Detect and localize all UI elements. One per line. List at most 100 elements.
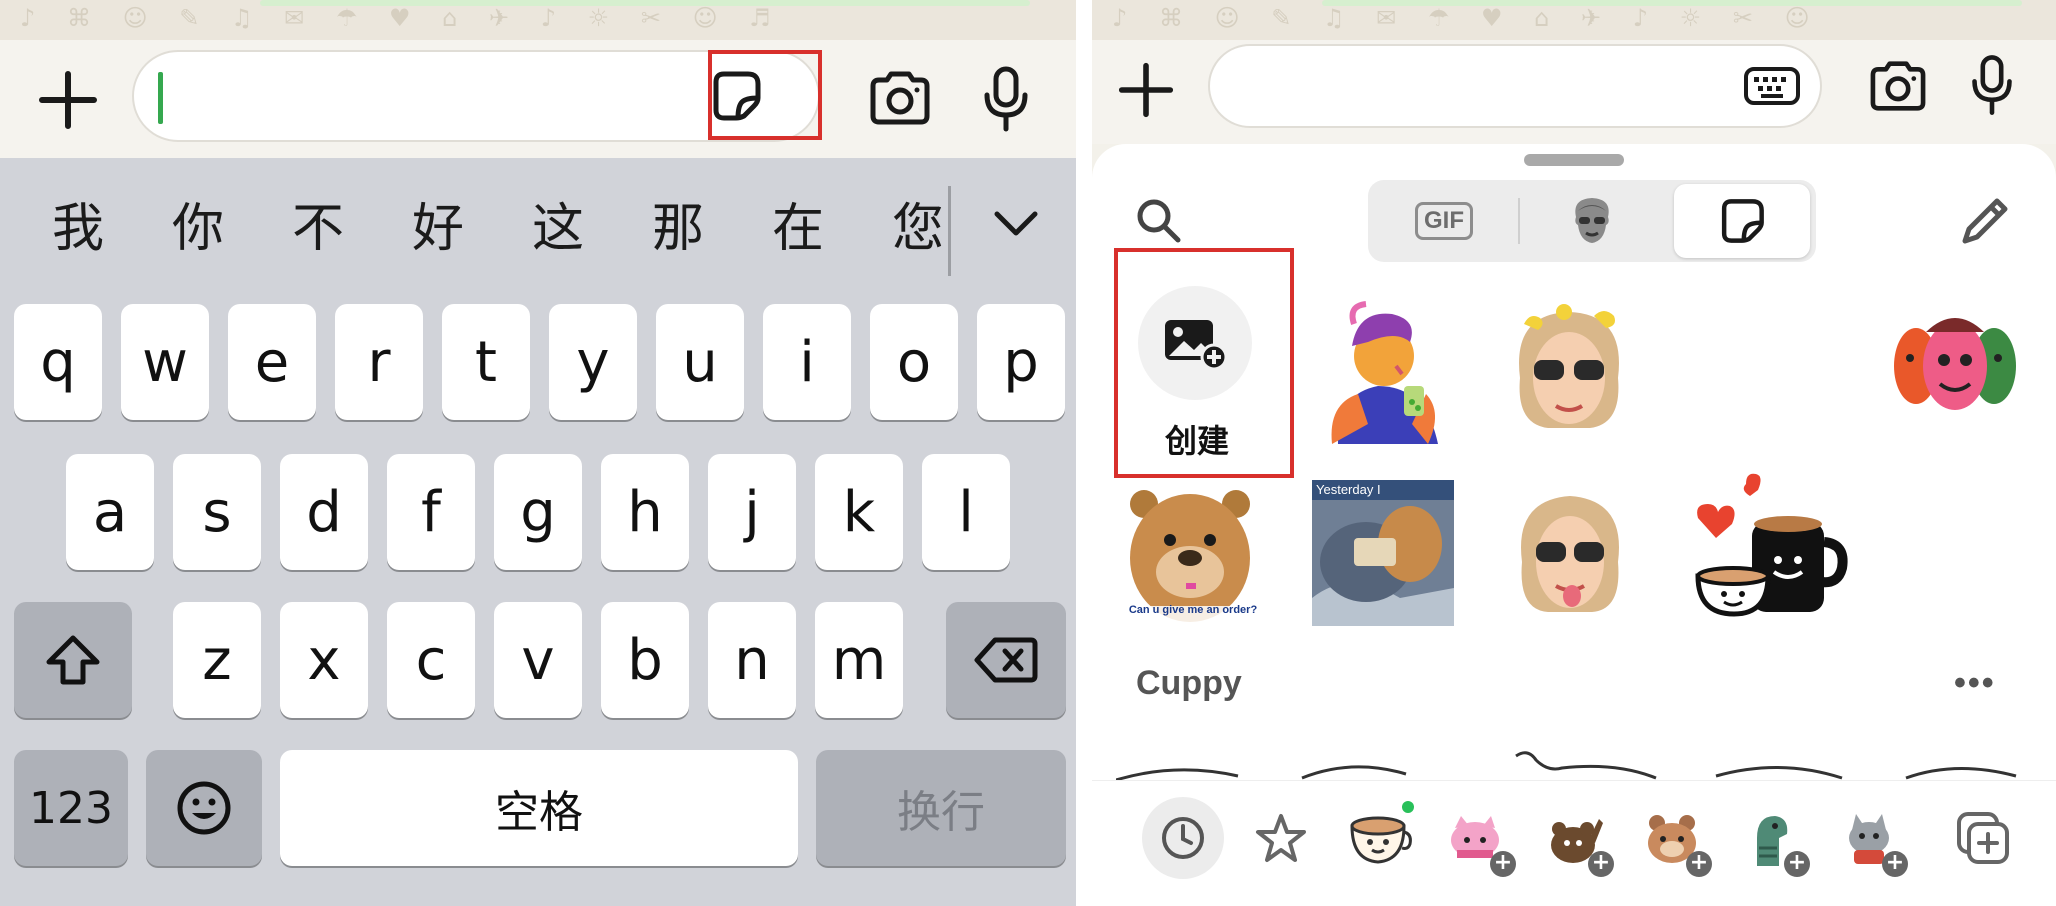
voice-message-button[interactable]: [970, 60, 1042, 140]
key-p[interactable]: p: [977, 304, 1065, 420]
return-key[interactable]: 换行: [816, 750, 1066, 866]
tray-pack-cuppy[interactable]: [1338, 797, 1420, 879]
key-o[interactable]: o: [870, 304, 958, 420]
key-g[interactable]: g: [494, 454, 582, 570]
key-m[interactable]: m: [815, 602, 903, 718]
key-h[interactable]: h: [601, 454, 689, 570]
key-q[interactable]: q: [14, 304, 102, 420]
key-y[interactable]: y: [549, 304, 637, 420]
camera-icon: [870, 71, 930, 125]
sticker-coffee-hearts[interactable]: [1684, 464, 1854, 634]
tab-gif[interactable]: GIF: [1374, 184, 1514, 258]
keyboard: 我 你 不 好 这 那 在 您 q w e r t y u i o p a s …: [0, 158, 1076, 906]
pencil-icon: [1962, 198, 2008, 244]
tab-avatar[interactable]: [1524, 184, 1660, 258]
key-w[interactable]: w: [121, 304, 209, 420]
sticker-cat-note[interactable]: Yesterday I: [1310, 478, 1456, 628]
sticker-woman-drinking[interactable]: [1308, 294, 1458, 444]
attach-button[interactable]: [32, 64, 104, 136]
key-i[interactable]: i: [763, 304, 851, 420]
coffee-hearts-sticker: [1695, 473, 1848, 617]
attach-button[interactable]: [1110, 54, 1182, 126]
candidate-word[interactable]: 在: [738, 186, 858, 261]
camera-button[interactable]: [1862, 50, 1934, 122]
key-t[interactable]: t: [442, 304, 530, 420]
tray-pack-6[interactable]: +: [1828, 797, 1910, 879]
sheet-grabber[interactable]: [1524, 154, 1624, 166]
key-j[interactable]: j: [708, 454, 796, 570]
key-e[interactable]: e: [228, 304, 316, 420]
avatar-tongue-sticker: [1521, 496, 1619, 612]
create-sticker-highlight: [1114, 248, 1294, 478]
candidate-word[interactable]: 我: [18, 186, 138, 261]
key-k[interactable]: k: [815, 454, 903, 570]
keyboard-toggle-button[interactable]: [1740, 56, 1804, 116]
candidate-word[interactable]: 您: [858, 186, 978, 261]
tray-pack-2[interactable]: +: [1436, 797, 1518, 879]
sticker-picker-sheet: GIF 创建 Can u give me an order? Yesterday…: [1092, 144, 2056, 906]
key-z[interactable]: z: [173, 602, 261, 718]
key-c[interactable]: c: [387, 602, 475, 718]
bear-sticker-caption: Can u give me an order?: [1128, 604, 1258, 616]
key-l[interactable]: l: [922, 454, 1010, 570]
key-v[interactable]: v: [494, 602, 582, 718]
message-input-bar: [0, 40, 1076, 158]
tray-pack-5[interactable]: +: [1730, 797, 1812, 879]
key-r[interactable]: r: [335, 304, 423, 420]
emoji-icon: [177, 781, 231, 835]
gif-tab-label: GIF: [1415, 202, 1473, 240]
text-cursor: [158, 72, 163, 124]
three-faces-sticker: [1894, 318, 2016, 410]
backspace-icon: [974, 637, 1038, 683]
numbers-key[interactable]: 123: [14, 750, 128, 866]
key-f[interactable]: f: [387, 454, 475, 570]
sticker-avatar-tongue[interactable]: [1500, 478, 1640, 628]
sticker-search-button[interactable]: [1128, 190, 1188, 250]
candidate-word[interactable]: 那: [618, 186, 738, 261]
key-b[interactable]: b: [601, 602, 689, 718]
voice-message-button[interactable]: [1958, 48, 2026, 124]
sticker-three-faces[interactable]: [1892, 310, 2018, 420]
tray-add-pack-button[interactable]: [1942, 797, 2024, 879]
sticker-avatar-ducks[interactable]: [1494, 294, 1644, 444]
shift-key[interactable]: [14, 602, 132, 718]
candidate-word[interactable]: 你: [138, 186, 258, 261]
candidate-word[interactable]: 不: [258, 186, 378, 261]
add-pack-badge: +: [1784, 851, 1810, 877]
tab-stickers[interactable]: [1674, 184, 1810, 258]
candidate-word[interactable]: 这: [498, 186, 618, 261]
sticker-pack-title: Cuppy: [1136, 664, 1242, 702]
tray-favorites[interactable]: [1240, 797, 1322, 879]
key-s[interactable]: s: [173, 454, 261, 570]
camera-button[interactable]: [864, 62, 936, 134]
edit-stickers-button[interactable]: [1950, 186, 2020, 256]
tray-pack-4[interactable]: +: [1632, 797, 1714, 879]
message-input[interactable]: [1208, 44, 1822, 128]
keyboard-icon: [1744, 67, 1800, 105]
tray-recent[interactable]: [1142, 797, 1224, 879]
cat-sticker-banner: Yesterday I: [1316, 482, 1381, 497]
woman-drinking-sticker: [1331, 301, 1438, 444]
candidate-word[interactable]: 好: [378, 186, 498, 261]
key-d[interactable]: d: [280, 454, 368, 570]
key-n[interactable]: n: [708, 602, 796, 718]
key-u[interactable]: u: [656, 304, 744, 420]
candidate-divider: [948, 186, 951, 276]
recent-icon: [1162, 817, 1204, 859]
plus-icon: [39, 71, 97, 129]
delete-key[interactable]: [946, 602, 1066, 718]
space-key[interactable]: 空格: [280, 750, 798, 866]
expand-candidates-button[interactable]: [986, 194, 1046, 254]
add-pack-badge: +: [1686, 851, 1712, 877]
avatar-ducks-sticker: [1519, 304, 1619, 428]
sticker-cartoon-bear[interactable]: Can u give me an order?: [1116, 478, 1266, 628]
microphone-icon: [1972, 55, 2012, 115]
chevron-down-icon: [994, 211, 1038, 236]
sticker-pack-more-button[interactable]: •••: [1954, 664, 1996, 703]
key-x[interactable]: x: [280, 602, 368, 718]
right-screen: ♪ ⌘ ☺ ✎ ♫ ✉ ☂ ♥ ⌂ ✈ ♪ ☼ ✂ ☺ GIF 创建 Can u…: [1092, 0, 2056, 906]
message-input-bar: [1092, 40, 2056, 144]
key-a[interactable]: a: [66, 454, 154, 570]
tray-pack-3[interactable]: +: [1534, 797, 1616, 879]
emoji-key[interactable]: [146, 750, 262, 866]
